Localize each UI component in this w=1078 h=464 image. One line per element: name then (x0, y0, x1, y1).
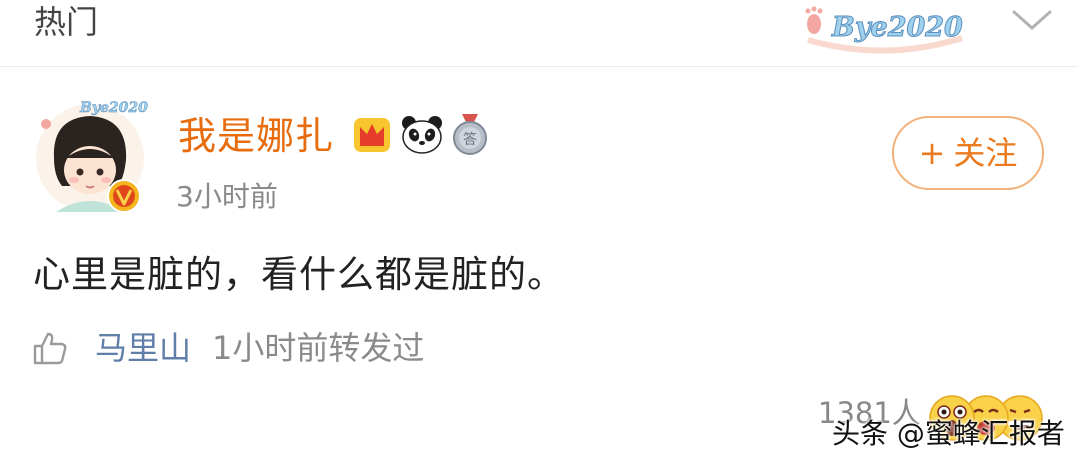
username[interactable]: 我是娜扎 (178, 114, 334, 158)
post-content: 心里是脏的，看什么都是脏的。 (33, 253, 565, 296)
header-bar: 热门 Bye2020 (0, 0, 1078, 67)
avatar[interactable]: Bye2020 (32, 94, 150, 218)
panda-icon (402, 116, 442, 154)
bye2020-logo: Bye2020 (805, 6, 964, 54)
plus-icon: + (918, 134, 946, 172)
avatar-frame-text: Bye2020 (79, 100, 148, 116)
repost-username[interactable]: 马里山 (95, 328, 191, 368)
logo-text: Bye2020 (831, 12, 963, 43)
thumbs-up-icon[interactable] (32, 330, 68, 366)
verified-badge-icon (107, 179, 141, 213)
repost-info: 1小时前转发过 (212, 329, 425, 367)
follow-label: 关注 (953, 134, 1018, 172)
post-time: 3小时前 (176, 180, 278, 213)
svg-text:答: 答 (463, 131, 477, 148)
chevron-down-icon[interactable] (1010, 6, 1054, 34)
watermark: 头条 @蜜蜂汇报者 (832, 417, 1065, 450)
medal-icon: 答 (453, 114, 487, 155)
crown-icon (354, 118, 390, 152)
footprint-icon (805, 6, 823, 34)
section-title: 热门 (34, 3, 99, 41)
follow-button[interactable]: + 关注 (892, 116, 1044, 190)
